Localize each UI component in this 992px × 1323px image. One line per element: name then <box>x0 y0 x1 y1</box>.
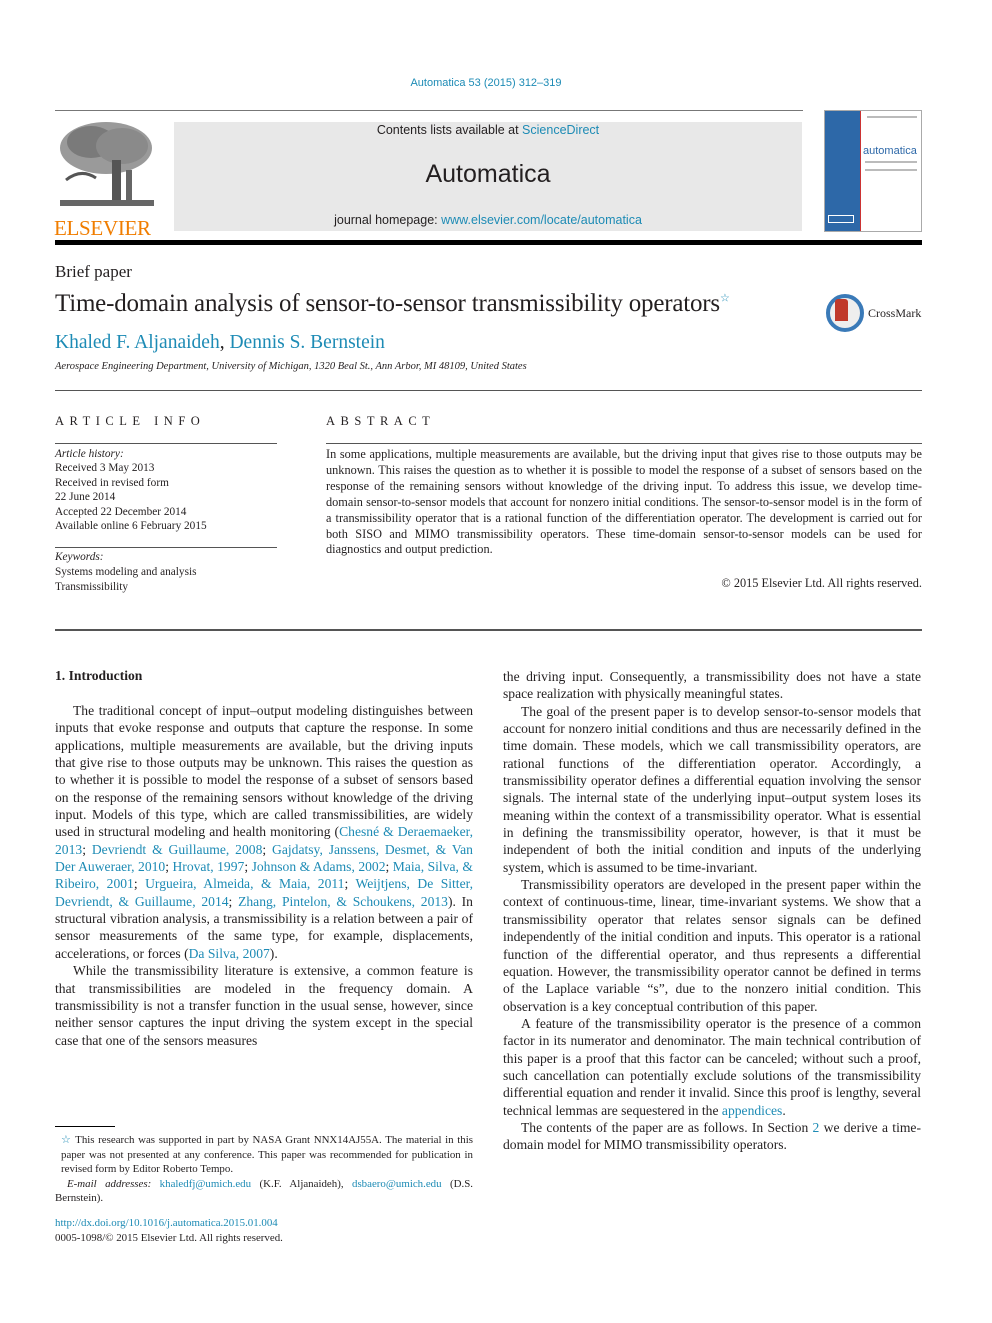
abstract-text: In some applications, multiple measureme… <box>326 447 922 557</box>
section-heading: 1. Introduction <box>55 668 143 683</box>
history-item: Received in revised form <box>55 476 169 489</box>
author-link[interactable]: Khaled F. Aljanaideh <box>55 332 220 353</box>
affiliation: Aerospace Engineering Department, Univer… <box>55 361 527 372</box>
author-list: Khaled F. Aljanaideh, Dennis S. Bernstei… <box>55 332 385 354</box>
header-thick-rule <box>55 240 922 245</box>
ref-separator: ; <box>228 893 239 909</box>
citation-link[interactable]: Da Silva, 2007 <box>189 946 270 961</box>
publisher-wordmark: ELSEVIER <box>54 216 151 240</box>
paragraph-text: . <box>782 1102 786 1118</box>
footnote-star-icon: ☆ <box>61 1134 72 1146</box>
divider <box>55 547 277 548</box>
keyword: Transmissibility <box>55 580 129 593</box>
ifac-badge-icon <box>828 215 854 223</box>
issn-copyright: 0005-1098/© 2015 Elsevier Ltd. All right… <box>55 1231 283 1244</box>
divider <box>326 443 922 444</box>
history-item: Received 3 May 2013 <box>55 462 155 475</box>
journal-cover-thumbnail[interactable]: automatica <box>824 110 922 232</box>
divider <box>55 390 922 391</box>
crossmark-ribbon-icon <box>835 299 848 321</box>
email-label: E-mail addresses: <box>67 1177 160 1190</box>
email-owner: (K.F. Aljanaideh), <box>251 1177 352 1190</box>
history-item: Available online 6 February 2015 <box>55 520 207 533</box>
email-link[interactable]: dsbaero@umich.edu <box>352 1178 442 1190</box>
header-divider <box>55 110 803 111</box>
paragraph: The contents of the paper are as follows… <box>503 1119 921 1154</box>
article-info-heading: ARTICLE INFO <box>55 414 206 428</box>
paragraph-text: ). <box>269 945 278 961</box>
funding-footnote: ☆ This research was supported in part by… <box>55 1133 473 1177</box>
article-title-text: Time-domain analysis of sensor-to-sensor… <box>55 290 720 317</box>
cover-title: automatica <box>863 145 917 157</box>
contents-line: Contents lists available at ScienceDirec… <box>174 123 802 137</box>
email-footnote: E-mail addresses: khaledfj@umich.edu (K.… <box>55 1177 473 1206</box>
paragraph-text: The traditional concept of input–output … <box>55 703 473 840</box>
footnotes: ☆ This research was supported in part by… <box>55 1133 473 1206</box>
paragraph: The goal of the present paper is to deve… <box>503 703 921 875</box>
sciencedirect-link[interactable]: ScienceDirect <box>522 123 599 137</box>
article-history: Article history: Received 3 May 2013 Rec… <box>55 447 207 533</box>
doi-block: http://dx.doi.org/10.1016/j.automatica.2… <box>55 1216 283 1245</box>
paragraph: A feature of the transmissibility operat… <box>503 1015 921 1119</box>
funding-text: This research was supported in part by N… <box>61 1134 474 1175</box>
journal-banner: Contents lists available at ScienceDirec… <box>174 122 802 231</box>
journal-name: Automatica <box>425 160 551 188</box>
author-separator: , <box>219 332 230 353</box>
citation-link[interactable]: Zhang, Pintelon, & Schoukens, 2013 <box>238 894 448 909</box>
title-footnote-star-icon[interactable]: ☆ <box>720 293 730 305</box>
article-title: Time-domain analysis of sensor-to-sensor… <box>55 290 730 318</box>
cover-subtitle <box>865 161 917 171</box>
appendices-link[interactable]: appendices <box>722 1103 782 1118</box>
article-type: Brief paper <box>55 262 132 281</box>
email-link[interactable]: khaledfj@umich.edu <box>160 1178 251 1190</box>
keyword: Systems modeling and analysis <box>55 565 197 578</box>
keywords: Keywords: Systems modeling and analysis … <box>55 550 197 594</box>
contents-prefix: Contents lists available at <box>376 123 523 137</box>
divider <box>55 629 922 631</box>
cover-band <box>825 111 860 231</box>
body-column-left: The traditional concept of input–output … <box>55 702 473 1049</box>
citation-link[interactable]: Johnson & Adams, 2002 <box>252 859 386 874</box>
keywords-label: Keywords: <box>55 551 104 563</box>
abstract-copyright: © 2015 Elsevier Ltd. All rights reserved… <box>721 576 922 590</box>
paragraph: Transmissibility operators are developed… <box>503 877 921 1014</box>
crossmark-badge[interactable]: CrossMark <box>826 294 926 334</box>
crossmark-label: CrossMark <box>868 306 922 320</box>
homepage-link[interactable]: www.elsevier.com/locate/automatica <box>441 213 642 227</box>
citation-link[interactable]: Hrovat, 1997 <box>172 859 244 874</box>
homepage-line: journal homepage: www.elsevier.com/locat… <box>174 213 802 227</box>
paragraph-text: The contents of the paper are as follows… <box>521 1119 813 1135</box>
homepage-prefix: journal homepage: <box>334 213 442 227</box>
citation-link[interactable]: Devriendt & Guillaume, 2008 <box>92 842 263 857</box>
citation-link[interactable]: Urgueira, Almeida, & Maia, 2011 <box>145 876 344 891</box>
ref-separator: ; <box>82 841 92 857</box>
paragraph: While the transmissibility literature is… <box>55 963 473 1048</box>
footnote-divider <box>55 1126 115 1127</box>
cover-issue-line <box>867 116 917 118</box>
body-column-right: the driving input. Consequently, a trans… <box>503 668 921 1154</box>
paragraph-text: A feature of the transmissibility operat… <box>503 1015 921 1118</box>
elsevier-logo[interactable]: ELSEVIER <box>54 120 160 240</box>
author-link[interactable]: Dennis S. Bernstein <box>229 332 384 353</box>
paragraph: The traditional concept of input–output … <box>55 702 473 962</box>
paragraph: the driving input. Consequently, a trans… <box>503 669 921 702</box>
history-item: 22 June 2014 <box>55 491 116 504</box>
abstract-heading: ABSTRACT <box>326 414 436 428</box>
ref-separator: ; <box>385 859 393 875</box>
divider <box>55 443 277 444</box>
elsevier-tree-icon <box>60 122 154 206</box>
doi-link[interactable]: http://dx.doi.org/10.1016/j.automatica.2… <box>55 1217 278 1229</box>
ref-separator: ; <box>244 859 252 875</box>
history-label: Article history: <box>55 448 124 460</box>
ref-separator: ; <box>344 876 356 892</box>
journal-citation[interactable]: Automatica 53 (2015) 312–319 <box>0 77 972 89</box>
cover-accent-line <box>860 111 861 231</box>
ref-separator: ; <box>133 876 146 892</box>
history-item: Accepted 22 December 2014 <box>55 505 187 518</box>
ref-separator: ; <box>262 841 273 857</box>
